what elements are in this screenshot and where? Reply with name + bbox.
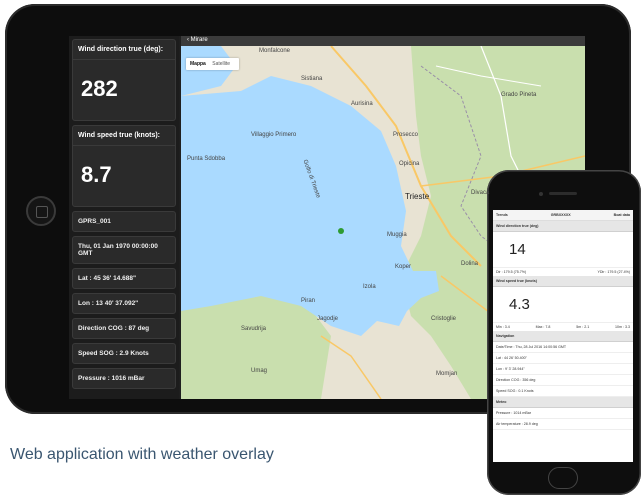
map-type-satellite[interactable]: Satellite [212,61,230,67]
wind-10m-stat: 10m : 3.3 [615,325,630,329]
map-label-villaggio-primero: Villaggio Primero [251,132,297,138]
map-top-bar: ‹ Mirare [181,36,585,46]
cog-card: Direction COG : 87 deg [72,318,176,339]
latitude: Lat : 45 36' 14.688" [78,275,137,282]
boat-data-button[interactable]: Boat data [614,213,630,217]
map-label-koper: Koper [395,264,412,270]
tablet-home-button[interactable] [26,196,56,226]
map-type-mappa[interactable]: Mappa [190,61,206,67]
device-id-card: GPRS_001 [72,211,176,232]
wind-speed-value: 8.7 [81,162,112,187]
wind-speed-title: Wind speed true (knots): [73,126,175,146]
phone-meteo-line: Pressure : 1014 mBar [493,408,633,419]
map-label-basovizza: Divaca [471,190,490,196]
caption: Web application with weather overlay [10,446,274,463]
speed-sog: Speed SOG : 2.9 Knots [78,350,149,357]
wind-ydir-stat: YDir : 179.5 (27.4%) [597,270,630,274]
wind-direction-title: Wind direction true (deg): [73,40,175,60]
phone-nav-line: Speed SOG : 0.1 Knots [493,386,633,397]
map-label-izola: Izola [363,284,376,290]
pressure-card: Pressure : 1016 mBar [72,368,176,389]
phone-wind-dir-stats: Dir : 179.5 (75.7%) YDir : 179.5 (27.4%) [493,267,633,276]
map-label-piran: Piran [301,298,316,304]
wind-direction-card: Wind direction true (deg): 282 [72,39,176,121]
phone-nav-line: Lat : 44 26' 50.400" [493,353,633,364]
phone-header: Trends GRBXXXXX Boat data [493,210,633,221]
phone-nav-line: Date/Time : Thu, 28 Jul 2016 14:00:56 GM… [493,342,633,353]
map-label-grado-pineta: Punta Sdobba [187,156,226,162]
phone-meteo-title: Meteo [493,397,633,408]
phone-wind-dir-value: 14 [509,241,526,258]
map-type-toggle: Mappa Satellite [186,58,240,70]
wind-max-stat: Max : 7.8 [535,325,551,329]
map-label-sistiana: Sistiana [301,76,323,82]
timestamp: Thu, 01 Jan 1970 00:00:00 GMT [78,243,158,257]
map-label-monfalcone: Monfalcone [259,48,291,54]
sog-card: Speed SOG : 2.9 Knots [72,343,176,364]
longitude: Lon : 13 40' 37.092" [78,300,139,307]
phone-home-button[interactable] [548,467,578,489]
phone-nav-line: Lon : 9' 3' 28.944" [493,364,633,375]
pressure: Pressure : 1016 mBar [78,375,145,382]
map-label-crni-kal: Dolina [461,261,479,267]
map-label-aurisina: Aurisina [351,101,373,107]
phone-frame: Trends GRBXXXXX Boat data Wind direction… [487,170,641,495]
map-label-muggia: Muggia [387,232,407,238]
phone-wind-speed-title: Wind speed true (knots) [493,276,633,287]
phone-header-title: GRBXXXXX [550,213,571,217]
wind-min-stat: Min : 3.4 [496,325,510,329]
phone-wind-speed-stats: Min : 3.4 Max : 7.8 5m : 2.1 10m : 3.3 [493,322,633,331]
map-label-trieste: Trieste [405,192,430,201]
phone-screen: Trends GRBXXXXX Boat data Wind direction… [493,210,633,462]
phone-nav-line: Direction COG : 356 deg [493,375,633,386]
map-label-opicina: Opicina [399,161,420,167]
phone-speaker [549,192,577,195]
map-label-marezige: Cristoglie [431,316,457,322]
map-label-jagodje: Jagodje [317,316,339,322]
latitude-card: Lat : 45 36' 14.688" [72,268,176,289]
longitude-card: Lon : 13 40' 37.092" [72,293,176,314]
timestamp-card: Thu, 01 Jan 1970 00:00:00 GMT [72,236,176,264]
boat-marker-icon [338,228,344,234]
map-label-umag: Umag [251,368,268,374]
phone-nav-title: Navigation [493,331,633,342]
direction-cog: Direction COG : 87 deg [78,325,150,332]
dashboard-panel: Wind direction true (deg): 282 Wind spee… [69,36,179,399]
wind-speed-card: Wind speed true (knots): 8.7 [72,125,176,207]
wind-direction-value: 282 [81,76,118,101]
map-label-prosecco: Prosecco [393,132,419,138]
phone-camera [539,192,543,196]
back-chevron-icon[interactable]: ‹ [187,37,189,43]
phone-meteo-line: Air temperature : 28.9 deg [493,419,633,430]
map-label-savudrija: Savudrija [241,326,267,332]
back-label[interactable]: Mirare [191,37,208,43]
phone-wind-dir-title: Wind direction true (deg) [493,221,633,232]
wind-dir-stat: Dir : 179.5 (75.7%) [496,270,527,274]
wind-5m-stat: 5m : 2.1 [576,325,590,329]
map-label-sezana: Grado Pineta [501,92,537,98]
map-label-momjan: Momjan [436,371,458,377]
phone-wind-speed-value: 4.3 [509,296,530,313]
trends-button[interactable]: Trends [496,213,508,217]
device-id: GPRS_001 [78,218,111,225]
